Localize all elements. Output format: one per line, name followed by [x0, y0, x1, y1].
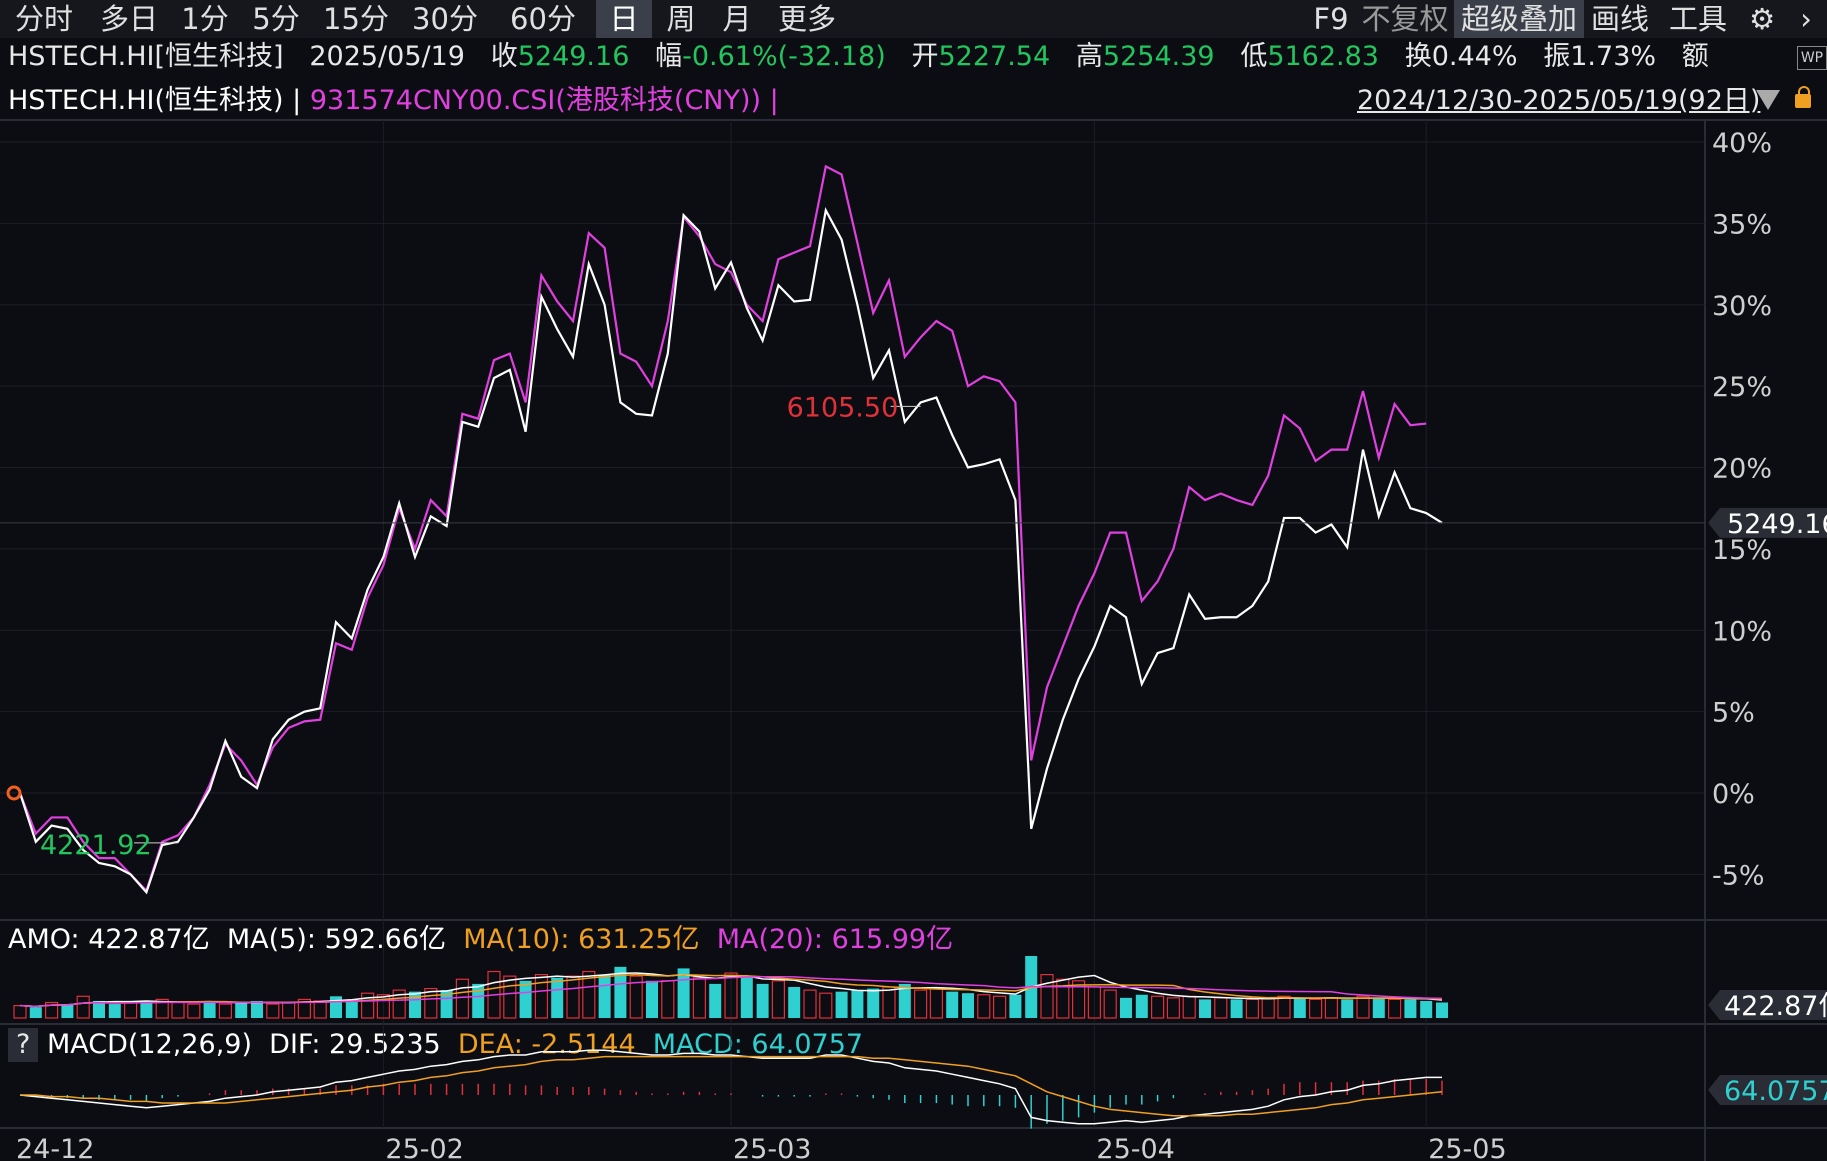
volume-tag: 422.87亿: [1724, 991, 1827, 1022]
volume-bar: [1135, 994, 1148, 1018]
volume-bar: [1166, 997, 1181, 1019]
volume-bar: [1404, 999, 1417, 1018]
volume-bar: [76, 995, 90, 1019]
volume-bar: [851, 990, 864, 1018]
volume-bar: [503, 975, 517, 1019]
x-tick-label: 25-02: [385, 1134, 463, 1161]
volume-bar: [235, 1002, 248, 1018]
volume-bar: [409, 991, 421, 1018]
y-tick-label: -5%: [1712, 860, 1765, 891]
volume-bar: [992, 995, 1007, 1019]
volume-bar: [108, 1004, 121, 1018]
macd-tag: 64.0757: [1724, 1076, 1827, 1107]
volume-bar: [1261, 997, 1275, 1019]
volume-bar: [819, 992, 833, 1019]
x-tick-label: 25-05: [1428, 1134, 1506, 1161]
volume-bar: [1420, 1000, 1433, 1018]
max-value-label: 6105.50: [787, 392, 899, 423]
volume-bar: [313, 1000, 327, 1019]
y-tick-label: 35%: [1712, 209, 1772, 240]
volume-bar: [61, 1004, 74, 1018]
volume-bar: [534, 973, 549, 1019]
volume-bar: [962, 993, 974, 1018]
volume-bar: [1387, 998, 1402, 1019]
volume-bar: [692, 977, 707, 1019]
y-tick-label: 5%: [1712, 698, 1755, 729]
y-tick-label: 20%: [1712, 454, 1772, 485]
chart-canvas[interactable]: 40%35%30%25%20%15%10%5%0%-5%24-12 25-02 25…: [0, 0, 1827, 1161]
volume-bar: [598, 974, 611, 1018]
volume-bar: [1356, 995, 1370, 1019]
volume-bar: [661, 980, 675, 1019]
last-price-tag: 5249.16: [1727, 509, 1827, 540]
volume-bar: [455, 978, 469, 1019]
volume-bar: [1372, 997, 1385, 1018]
volume-bar: [1293, 997, 1306, 1018]
volume-bar: [218, 1003, 232, 1019]
volume-bar: [709, 983, 722, 1018]
volume-bar: [171, 1001, 185, 1019]
x-tick-label: 25-03: [733, 1134, 811, 1161]
volume-bar: [472, 983, 485, 1018]
volume-bar: [740, 976, 753, 1018]
y-tick-label: 40%: [1712, 128, 1772, 159]
volume-bar: [771, 980, 786, 1019]
volume-bar: [551, 977, 564, 1018]
volume-bar: [1214, 997, 1228, 1019]
volume-bar: [566, 975, 580, 1019]
volume-bar: [867, 988, 880, 1018]
y-tick-label: 30%: [1712, 291, 1772, 322]
volume-bar: [1324, 997, 1339, 1019]
volume-bar: [882, 986, 896, 1019]
volume-bar: [1277, 995, 1291, 1019]
volume-bar: [330, 996, 342, 1018]
min-value-label: 4221.92: [40, 830, 152, 861]
volume-bar: [1245, 998, 1260, 1019]
volume-bar: [803, 989, 817, 1019]
volume-bar: [756, 983, 769, 1018]
volume-bar: [519, 980, 532, 1018]
volume-bar: [1150, 995, 1165, 1019]
volume-bar: [1199, 999, 1211, 1018]
volume-bar: [929, 987, 944, 1019]
volume-bar: [946, 991, 959, 1018]
volume-bar: [1040, 973, 1054, 1019]
y-tick-label: 0%: [1712, 779, 1755, 810]
volume-bar: [282, 1001, 296, 1019]
volume-bar: [1308, 998, 1323, 1019]
x-tick-label: 24-12: [16, 1134, 94, 1161]
volume-bar: [140, 1000, 153, 1018]
volume-bar: [1182, 995, 1196, 1019]
y-tick-label: 25%: [1712, 372, 1772, 403]
volume-bar: [187, 1003, 201, 1019]
y-tick-label: 10%: [1712, 616, 1772, 647]
volume-bar: [123, 1001, 138, 1019]
volume-bar: [1009, 994, 1022, 1018]
volume-bar: [1120, 997, 1132, 1018]
volume-bar: [913, 989, 928, 1019]
volume-bar: [29, 1007, 42, 1018]
x-tick-label: 25-04: [1096, 1134, 1174, 1161]
volume-bar: [835, 991, 848, 1018]
volume-bar: [251, 1000, 263, 1018]
volume-bar: [646, 980, 658, 1018]
volume-bar: [266, 1003, 280, 1019]
volume-bar: [1341, 999, 1354, 1018]
stock-chart-app: 分时 多日 1分 5分 15分 30分 60分日周月更多 F9 不复权 超级叠加 画线 工具 ⚙ › HS…: [0, 0, 1827, 1161]
volume-bar: [13, 1004, 27, 1019]
volume-bar: [1436, 1002, 1448, 1018]
volume-bar: [203, 1000, 216, 1018]
volume-bar: [788, 987, 801, 1018]
volume-bar: [977, 994, 991, 1019]
volume-bar: [1103, 989, 1117, 1019]
volume-bar: [1230, 999, 1243, 1018]
